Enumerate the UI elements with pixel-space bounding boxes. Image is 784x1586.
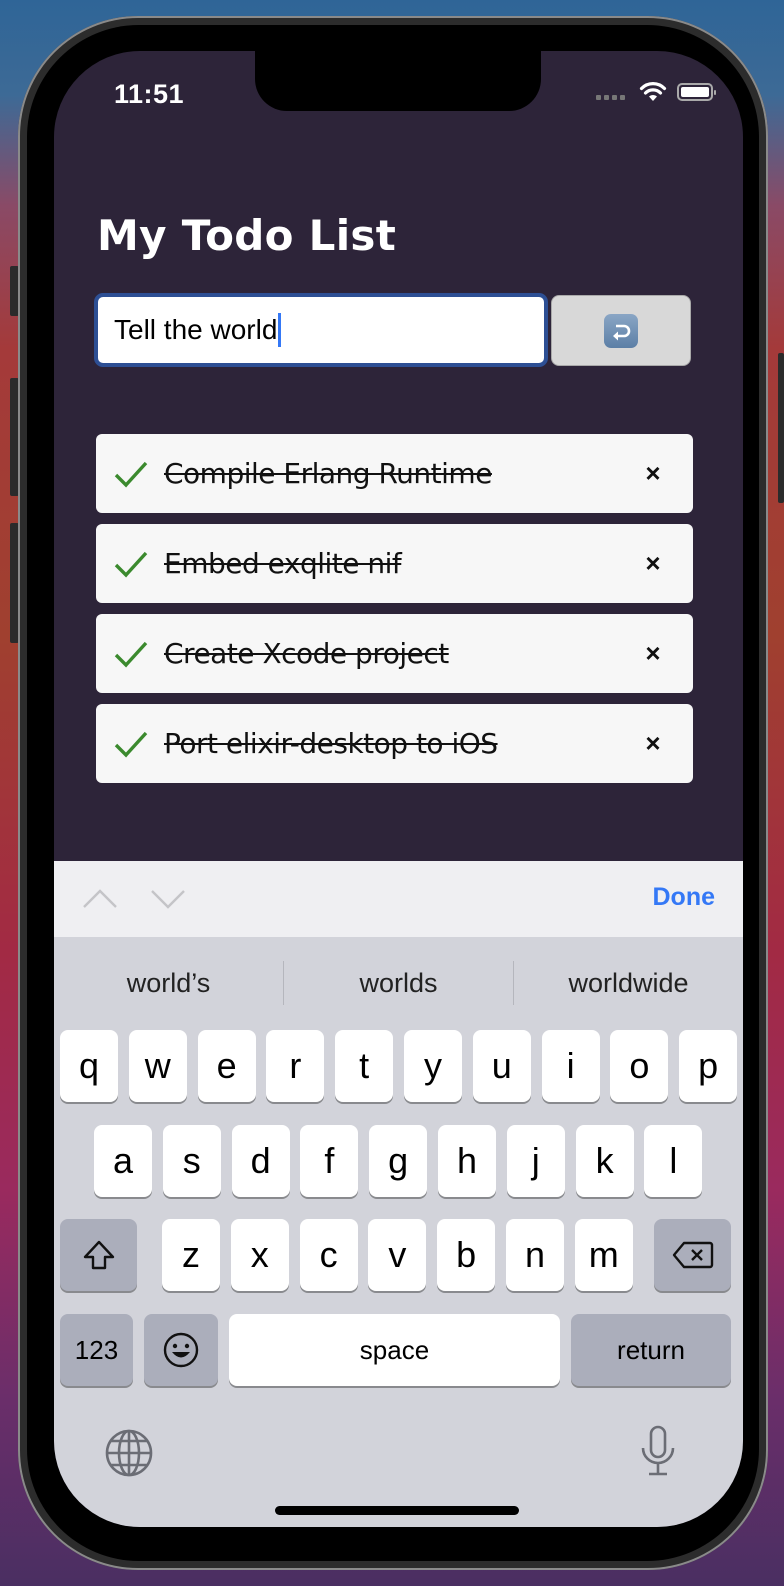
todo-item: Port elixir-desktop to iOS × [96,704,693,783]
key-h[interactable]: h [438,1125,496,1197]
key-q[interactable]: q [60,1030,118,1102]
delete-icon[interactable]: × [641,728,665,759]
key-n[interactable]: n [506,1219,564,1291]
numbers-key[interactable]: 123 [60,1314,133,1386]
key-v[interactable]: v [368,1219,427,1291]
todo-input[interactable]: Tell the world [94,293,548,367]
screen: 11:51 My Todo List Tell the world Compil… [54,51,743,1527]
key-p[interactable]: p [679,1030,738,1102]
key-j[interactable]: j [506,1125,565,1197]
globe-icon[interactable] [104,1428,154,1478]
suggestion-item[interactable]: worldwide [514,968,743,999]
emoji-icon [163,1332,199,1368]
battery-icon [677,83,716,101]
backspace-icon [672,1241,713,1269]
key-c[interactable]: c [299,1219,358,1291]
suggestion-bar: world’s worlds worldwide [54,937,743,1029]
keyboard: world’s worlds worldwide qwertyuiop asdfg… [54,937,743,1527]
check-icon[interactable] [114,729,150,759]
key-l[interactable]: l [644,1125,703,1197]
todo-input-value: Tell the world [114,314,278,345]
shift-key[interactable] [60,1219,137,1291]
done-button[interactable]: Done [653,883,716,912]
key-a[interactable]: a [94,1125,152,1197]
signal-dots-icon [596,94,625,100]
todo-text: Create Xcode project [164,637,449,670]
key-s[interactable]: s [162,1125,221,1197]
notch [255,51,541,111]
todo-item: Create Xcode project × [96,614,693,693]
suggestion-item[interactable]: worlds [284,968,513,999]
todo-list: Compile Erlang Runtime × Embed exqlite n… [96,434,693,794]
return-key[interactable]: return [571,1314,731,1386]
todo-item: Compile Erlang Runtime × [96,434,693,513]
delete-icon[interactable]: × [641,638,665,669]
key-o[interactable]: o [610,1030,669,1102]
key-t[interactable]: t [335,1030,394,1102]
shift-icon [83,1240,114,1270]
key-y[interactable]: y [404,1030,462,1102]
todo-item: Embed exqlite nif × [96,524,693,603]
key-e[interactable]: e [197,1030,256,1102]
check-icon[interactable] [114,639,150,669]
return-arrow-icon [604,313,638,348]
suggestion-item[interactable]: world’s [54,968,283,999]
page-title: My Todo List [97,211,397,260]
emoji-key[interactable] [144,1314,218,1386]
power-button [778,353,784,503]
space-key[interactable]: space [229,1314,560,1386]
check-icon[interactable] [114,549,150,579]
status-icons [596,81,716,103]
key-r[interactable]: r [266,1030,325,1102]
add-todo-button[interactable] [551,295,691,366]
todo-text: Port elixir-desktop to iOS [164,727,498,760]
key-w[interactable]: w [128,1030,187,1102]
key-i[interactable]: i [541,1030,600,1102]
todo-text: Compile Erlang Runtime [164,457,492,490]
key-k[interactable]: k [575,1125,634,1197]
chevron-up-icon[interactable] [82,883,118,915]
key-g[interactable]: g [369,1125,428,1197]
key-x[interactable]: x [230,1219,289,1291]
chevron-down-icon[interactable] [150,883,186,915]
microphone-icon[interactable] [638,1424,678,1480]
status-time: 11:51 [114,79,185,109]
key-z[interactable]: z [162,1219,220,1291]
key-u[interactable]: u [472,1030,531,1102]
check-icon[interactable] [114,459,150,489]
key-m[interactable]: m [574,1219,633,1291]
todo-text: Embed exqlite nif [164,547,402,580]
home-indicator[interactable] [275,1506,519,1515]
delete-icon[interactable]: × [641,548,665,579]
key-f[interactable]: f [300,1125,359,1197]
delete-icon[interactable]: × [641,458,665,489]
keyboard-toolbar: Done [54,861,743,937]
wifi-icon [639,82,667,101]
key-d[interactable]: d [231,1125,290,1197]
backspace-key[interactable] [654,1219,731,1291]
key-b[interactable]: b [437,1219,496,1291]
text-caret [278,313,282,347]
